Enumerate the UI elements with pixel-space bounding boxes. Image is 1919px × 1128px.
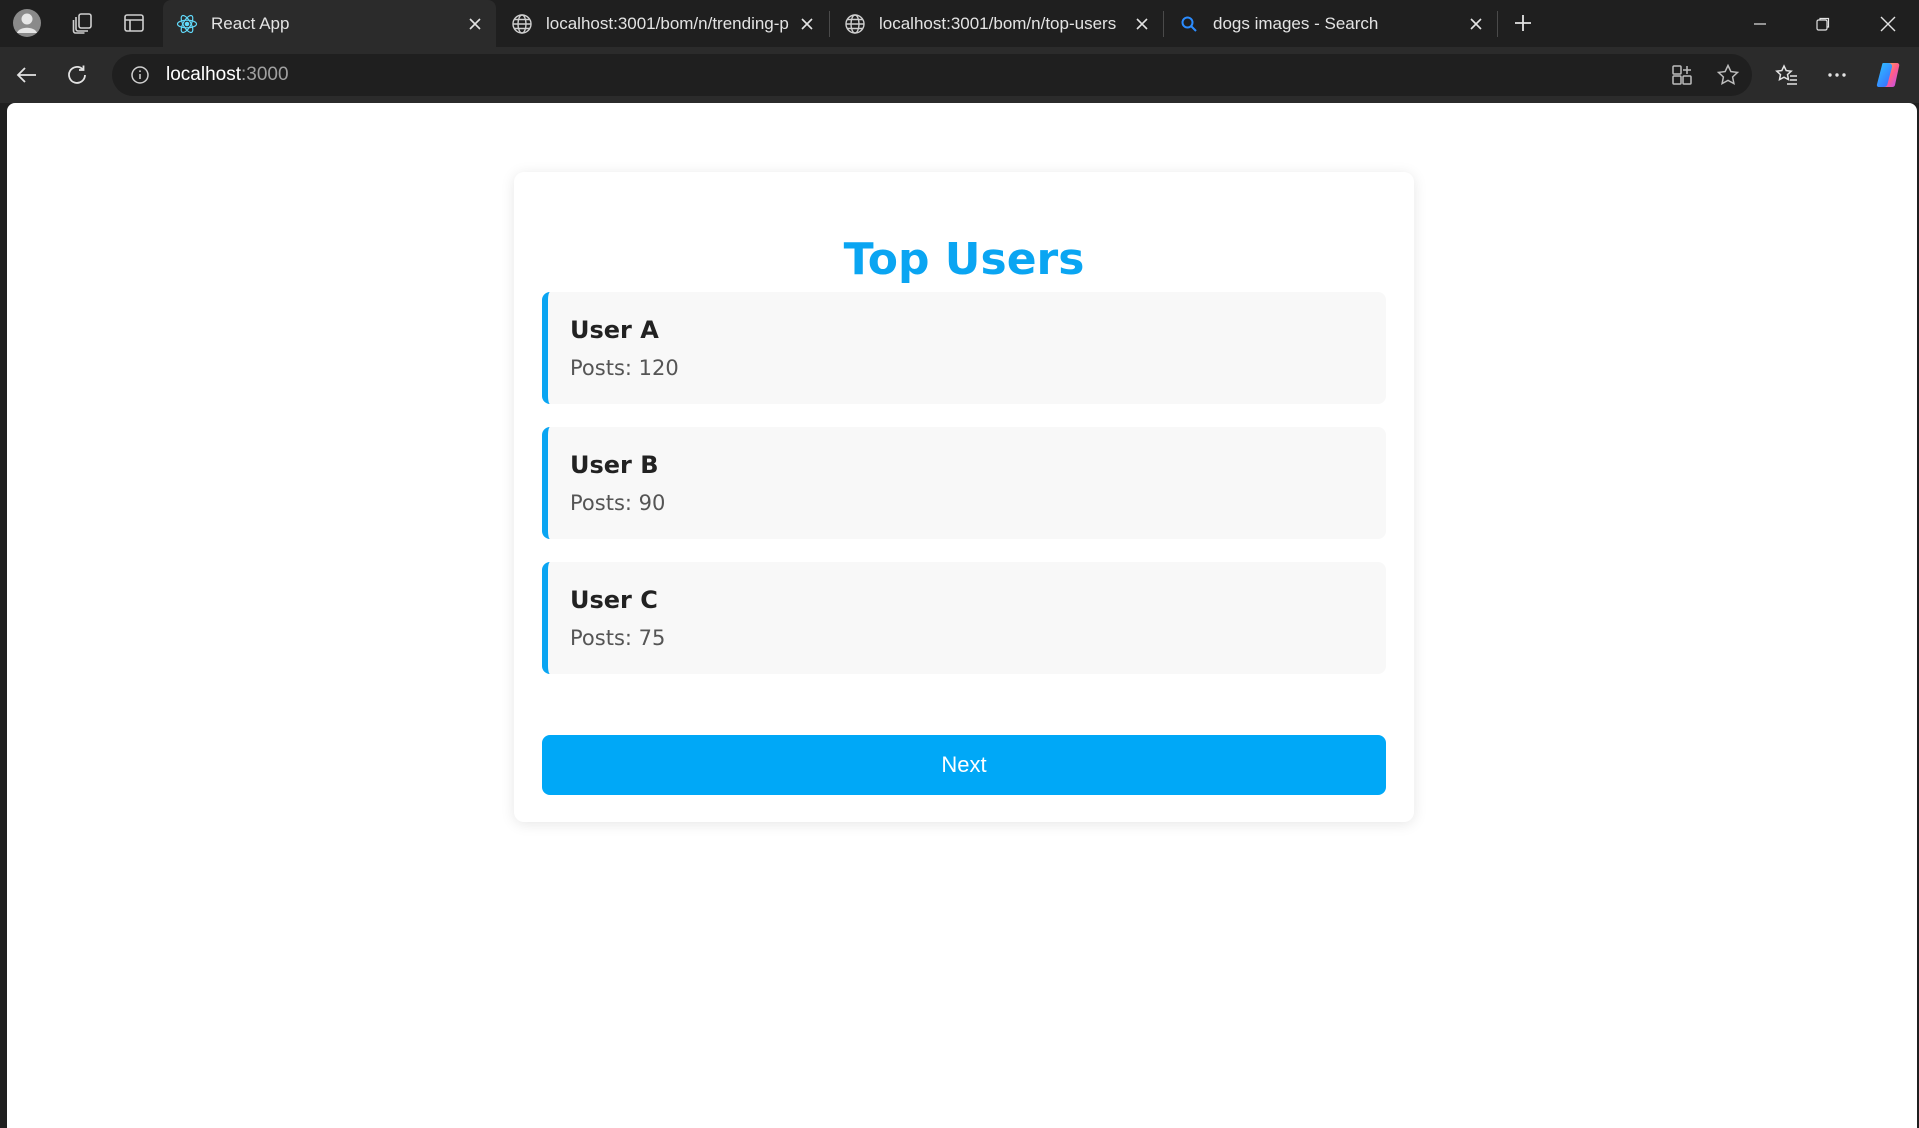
url-port: :3000 [241,64,289,85]
user-name: User B [570,451,659,479]
favorite-star-icon[interactable] [1709,56,1747,94]
user-posts: Posts: 120 [570,356,679,380]
close-tab-icon[interactable] [460,9,490,39]
tab-dogs-search[interactable]: dogs images - Search [1165,0,1497,47]
globe-icon [510,12,534,36]
user-card: User A Posts: 120 [542,292,1386,404]
user-name: User C [570,586,658,614]
next-button[interactable]: Next [542,735,1386,795]
url-text[interactable]: localhost:3000 [166,64,289,86]
tab-title: dogs images - Search [1213,13,1379,33]
more-options-icon[interactable] [1818,56,1856,94]
page-title: Top Users [843,234,1085,285]
top-users-card: Top Users User A Posts: 120 User B Posts… [514,172,1414,822]
close-window-icon[interactable] [1858,0,1918,47]
tab-title: localhost:3001/bom/n/top-users [879,13,1117,33]
tab-actions-icon[interactable] [115,8,153,37]
site-info-icon[interactable] [120,55,160,95]
search-icon [1177,12,1201,36]
tab-separator [1163,11,1164,37]
restore-icon[interactable] [1793,0,1853,47]
close-tab-icon[interactable] [792,9,822,39]
user-name: User A [570,316,659,344]
react-icon [175,12,199,36]
tab-title: localhost:3001/bom/n/trending-p [546,13,789,33]
url-host: localhost [166,64,241,85]
tab-trending[interactable]: localhost:3001/bom/n/trending-p [498,0,828,47]
globe-icon [843,12,867,36]
browser-toolbar: localhost:3000 [0,47,1919,103]
collections-icon[interactable] [64,8,102,37]
copilot-icon[interactable] [1870,56,1908,94]
new-tab-plus-icon[interactable] [1504,8,1542,37]
tab-react-app[interactable]: React App [163,0,496,47]
close-tab-icon[interactable] [1127,9,1157,39]
profile-avatar-icon[interactable] [8,8,46,37]
tab-separator [829,11,830,37]
address-bar[interactable]: localhost:3000 [112,54,1752,96]
app-available-icon[interactable] [1663,56,1701,94]
page-viewport: Top Users User A Posts: 120 User B Posts… [7,103,1917,1128]
tab-separator [1497,11,1498,37]
user-card: User C Posts: 75 [542,562,1386,674]
user-posts: Posts: 75 [570,626,666,650]
user-posts: Posts: 90 [570,491,666,515]
tab-top-users[interactable]: localhost:3001/bom/n/top-users [831,0,1163,47]
tab-title: React App [211,13,290,33]
minimize-icon[interactable] [1730,0,1790,47]
tab-strip: React App localhost:3001/bom/n/trending-… [0,0,1919,47]
close-tab-icon[interactable] [1461,9,1491,39]
favorites-icon[interactable] [1768,56,1806,94]
reload-icon[interactable] [58,56,96,94]
user-card: User B Posts: 90 [542,427,1386,539]
back-arrow-icon[interactable] [8,56,46,94]
